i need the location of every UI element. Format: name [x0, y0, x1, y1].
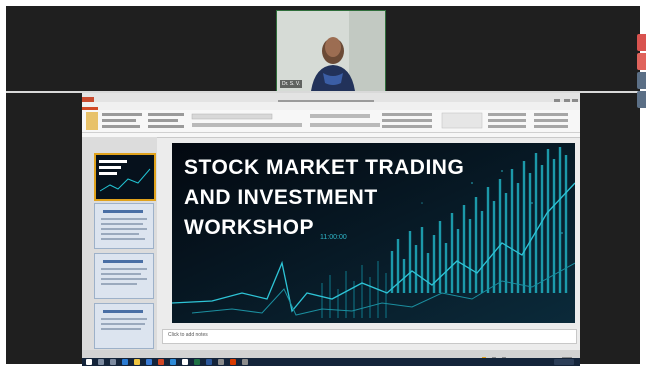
- slide-thumbnail-panel[interactable]: [82, 137, 157, 350]
- slide-thumbnail-1-preview: [99, 160, 151, 192]
- slide-title: STOCK MARKET TRADING AND INVESTMENT WORK…: [184, 153, 514, 243]
- chrome-icon[interactable]: [182, 359, 188, 365]
- notes-pane[interactable]: Click to add notes: [162, 329, 577, 344]
- slide-thumbnail-3-preview: [101, 260, 147, 285]
- app-icon[interactable]: [242, 359, 248, 365]
- slide-title-line-1: STOCK MARKET TRADING: [184, 156, 465, 179]
- settings-button[interactable]: [637, 72, 646, 89]
- slide-title-line-2: AND INVESTMENT: [184, 186, 378, 209]
- app-icon[interactable]: [218, 359, 224, 365]
- participant-name-tag: Dr. S. V.: [280, 80, 303, 88]
- status-bar: [82, 350, 580, 361]
- side-controls: [637, 34, 646, 112]
- slide-thumbnail-4[interactable]: [94, 303, 154, 349]
- slide-thumbnail-2[interactable]: [94, 203, 154, 249]
- slide-thumbnail-2-preview: [101, 210, 147, 240]
- search-icon[interactable]: [98, 359, 104, 365]
- slide-title-line-3: WORKSHOP: [184, 216, 314, 239]
- slide-thumbnail-1[interactable]: [94, 153, 156, 201]
- slide-time-label: 11:00:00: [320, 234, 347, 241]
- powerpoint-icon[interactable]: [158, 359, 164, 365]
- file-explorer-icon[interactable]: [134, 359, 140, 365]
- os-taskbar: [82, 358, 580, 366]
- ribbon-toolbar[interactable]: [82, 110, 580, 138]
- system-tray[interactable]: [554, 359, 574, 365]
- slide-thumbnail-4-preview: [101, 310, 147, 330]
- edge-icon[interactable]: [122, 359, 128, 365]
- slide-canvas[interactable]: STOCK MARKET TRADING AND INVESTMENT WORK…: [172, 143, 575, 323]
- windows-start-icon[interactable]: [86, 359, 92, 365]
- word-icon[interactable]: [206, 359, 212, 365]
- store-icon[interactable]: [146, 359, 152, 365]
- zoom-icon[interactable]: [170, 359, 176, 365]
- more-button[interactable]: [637, 91, 646, 108]
- powerpoint-window: STOCK MARKET TRADING AND INVESTMENT WORK…: [82, 93, 580, 361]
- task-view-icon[interactable]: [110, 359, 116, 365]
- stop-share-button[interactable]: [637, 34, 646, 51]
- app-icon[interactable]: [230, 359, 236, 365]
- excel-icon[interactable]: [194, 359, 200, 365]
- slide-thumbnail-3[interactable]: [94, 253, 154, 299]
- ribbon-tabs[interactable]: [82, 102, 580, 115]
- notes-placeholder: Click to add notes: [168, 332, 208, 338]
- record-button[interactable]: [637, 53, 646, 70]
- window-title-bar: [82, 93, 580, 106]
- participant-video: [277, 11, 385, 91]
